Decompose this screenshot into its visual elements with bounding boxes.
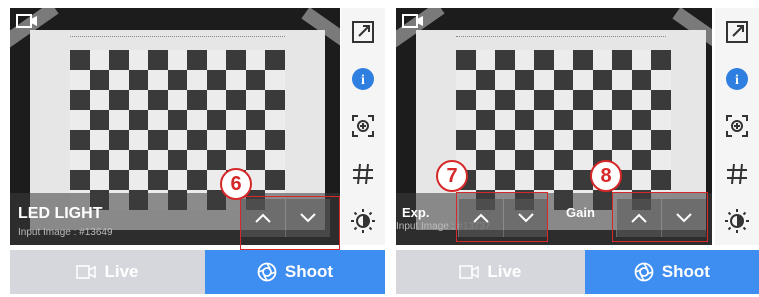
shoot-label: Shoot xyxy=(661,262,710,281)
shoot-button[interactable]: Shoot xyxy=(205,250,385,294)
live-button[interactable]: Live xyxy=(396,250,585,294)
mode-bar: Live Shoot xyxy=(396,250,759,294)
shutter-icon xyxy=(634,262,654,282)
svg-text:i: i xyxy=(735,73,739,88)
shoot-label: Shoot xyxy=(284,262,334,281)
camera-panel-led: LED LIGHT Input Image : #13649 6 i Live … xyxy=(0,0,385,297)
live-label: Live xyxy=(487,262,522,281)
input-image-label: Input Image : #13649 xyxy=(18,227,113,238)
mode-bar: Live Shoot xyxy=(10,250,385,294)
gain-label: Gain xyxy=(566,205,595,220)
info-icon[interactable]: i xyxy=(349,65,377,93)
shutter-icon xyxy=(257,262,277,282)
callout-badge: 7 xyxy=(436,160,468,192)
shoot-button[interactable]: Shoot xyxy=(584,250,759,294)
camera-icon xyxy=(16,14,37,28)
checkerboard xyxy=(70,50,285,210)
info-icon[interactable]: i xyxy=(723,65,751,93)
brightness-icon[interactable] xyxy=(349,207,377,235)
grid-icon[interactable] xyxy=(349,160,377,188)
brightness-icon[interactable] xyxy=(723,207,751,235)
highlight-box xyxy=(240,196,340,250)
focus-icon[interactable] xyxy=(723,112,751,140)
camera-panel-exposure: Exp. Input Image : #13737 Gain 7 8 i Liv… xyxy=(392,0,759,297)
led-light-label: LED LIGHT xyxy=(18,205,103,222)
exposure-label: Exp. xyxy=(402,205,430,220)
checkerboard xyxy=(456,50,671,210)
side-toolbar: i xyxy=(715,8,759,245)
side-toolbar: i xyxy=(341,8,385,245)
live-label: Live xyxy=(104,262,139,281)
grid-icon[interactable] xyxy=(723,160,751,188)
highlight-box xyxy=(456,192,548,242)
video-icon xyxy=(76,265,97,279)
callout-badge: 8 xyxy=(590,160,622,192)
svg-text:i: i xyxy=(361,73,365,88)
expand-icon[interactable] xyxy=(723,18,751,46)
live-button[interactable]: Live xyxy=(10,250,205,294)
expand-icon[interactable] xyxy=(349,18,377,46)
camera-icon xyxy=(402,14,423,28)
video-icon xyxy=(459,265,480,279)
callout-badge: 6 xyxy=(220,168,252,200)
focus-icon[interactable] xyxy=(349,112,377,140)
highlight-box xyxy=(612,192,708,242)
